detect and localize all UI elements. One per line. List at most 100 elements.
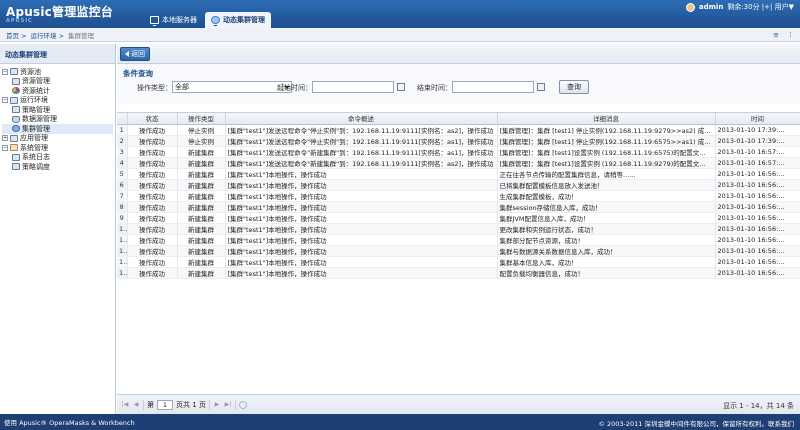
calendar-icon[interactable] (397, 83, 405, 91)
table-row[interactable]: 1 操作成功 停止实例 [集群"test1"]发送远程命令"停止实例"到：192.16… (117, 124, 800, 136)
tree-label: 资源池 (20, 67, 41, 76)
collapse-icon[interactable]: − (2, 68, 8, 75)
tree-label: 系统日志 (22, 153, 50, 162)
table-row[interactable]: 3 操作成功 新建集群 [集群"test1"]发送远程命令"新建集群"到：192.16… (117, 146, 800, 158)
table-row[interactable]: 2 操作成功 停止实例 [集群"test1"]发送远程命令"停止实例"到：192.16… (117, 135, 800, 147)
row-status: 操作成功 (127, 146, 178, 158)
tree-item-resource-manage[interactable]: 资源管理 (2, 77, 113, 87)
row-index: 8 (117, 201, 128, 213)
start-time-input[interactable] (312, 81, 394, 93)
search-button[interactable]: 查询 (559, 80, 589, 94)
row-detail: 集群基本信息入库，成功！ (497, 256, 716, 268)
row-type: 新建集群 (177, 223, 226, 235)
menu-icon[interactable]: ⋮ (787, 31, 794, 39)
row-index: 14 (117, 267, 128, 279)
tree-item-app[interactable]: + 应用管理 (2, 134, 113, 144)
main-toolbar: 返回 (117, 44, 800, 64)
row-type: 新建集群 (177, 212, 226, 224)
row-detail: [集群管理]：集群 [test1] 停止实例(192.168.11.19:927… (497, 124, 716, 136)
calendar-icon[interactable] (537, 83, 545, 91)
row-status: 操作成功 (127, 234, 178, 246)
row-status: 操作成功 (127, 212, 178, 224)
app-icon (10, 134, 18, 142)
breadcrumb-runtime[interactable]: 运行环境 > (31, 30, 65, 40)
table-row[interactable]: 4 操作成功 新建集群 [集群"test1"]发送远程命令"新建集群"到：192.16… (117, 157, 800, 169)
tree-item-system[interactable]: − 系统管理 (2, 143, 113, 153)
table-row[interactable]: 7 操作成功 新建集群 [集群"test1"]本地操作，操作成功 生成集群配置模板，成功… (117, 190, 800, 202)
username[interactable]: admin (699, 3, 723, 11)
table-row[interactable]: 5 操作成功 新建集群 [集群"test1"]本地操作，操作成功 正在往各节点传输的配置… (117, 168, 800, 180)
page-number-input[interactable]: 1 (157, 399, 173, 410)
row-time: 2013-01-10 16:56:... (715, 179, 800, 191)
table-row[interactable]: 6 操作成功 新建集群 [集群"test1"]本地操作，操作成功 已将集群配置模板信息放… (117, 179, 800, 191)
table-row[interactable]: 9 操作成功 新建集群 [集群"test1"]本地操作，操作成功 集群JVM配置信息入库… (117, 212, 800, 224)
tree-item-runtime[interactable]: − 运行环境 (2, 96, 113, 106)
breadcrumb-home[interactable]: 首页 > (6, 30, 27, 40)
col-header-command[interactable]: 命令概述 (225, 113, 498, 125)
first-page-icon[interactable]: |◀ (121, 401, 129, 409)
next-page-icon[interactable]: ▶ (213, 401, 221, 409)
prev-page-icon[interactable]: ◀ (132, 401, 140, 409)
tree-item-policy[interactable]: 策略管理 (2, 105, 113, 115)
row-status: 操作成功 (127, 223, 178, 235)
table-row[interactable]: 11 操作成功 新建集群 [集群"test1"]本地操作，操作成功 集群部分配节点资源，… (117, 234, 800, 246)
col-header-detail[interactable]: 详细消息 (497, 113, 716, 125)
table-row[interactable]: 10 操作成功 新建集群 [集群"test1"]本地操作，操作成功 更改集群和实例运行状… (117, 223, 800, 235)
tree-item-schedule[interactable]: 策略调度 (2, 162, 113, 172)
footer-copyright: © 2003-2011 深圳金蝶中间件有限公司，保留所有权利。联系我们 (598, 420, 794, 428)
table-row[interactable]: 13 操作成功 新建集群 [集群"test1"]本地操作，操作成功 集群基本信息入库，成… (117, 256, 800, 268)
globe-icon (211, 16, 220, 26)
tree-item-resource-pool[interactable]: − 资源池 (2, 67, 113, 77)
row-detail: 集群部分配节点资源，成功！ (497, 234, 716, 246)
end-time-input[interactable] (452, 81, 534, 93)
row-status: 操作成功 (127, 124, 178, 136)
collapse-icon[interactable]: − (2, 97, 8, 104)
tree-label: 策略调度 (22, 162, 50, 171)
tree-label: 运行环境 (20, 96, 48, 105)
row-detail: [集群管理]：集群 [test1]设置实例 (192.168.11.19:927… (497, 157, 716, 169)
table-row[interactable]: 12 操作成功 新建集群 [集群"test1"]本地操作，操作成功 集群与数据源关系数据… (117, 245, 800, 257)
row-type: 停止实例 (177, 135, 226, 147)
divider (143, 399, 144, 410)
end-time-label: 结束时间： (417, 84, 452, 92)
row-command: [集群"test1"]发送远程命令"新建集群"到：192.168.11.19:9… (225, 146, 498, 158)
tree-item-resource-stats[interactable]: 资源统计 (2, 86, 113, 96)
sidebar-title: 动态集群管理 (0, 44, 115, 64)
tree-label: 策略管理 (22, 105, 50, 114)
start-time-label: 起始时间： (277, 84, 312, 92)
expand-icon[interactable]: + (2, 135, 8, 142)
col-header-time[interactable]: 时间 (715, 113, 800, 125)
row-status: 操作成功 (127, 179, 178, 191)
tree-item-datasource[interactable]: 数据源管理 (2, 115, 113, 125)
row-time: 2013-01-10 16:56:... (715, 223, 800, 235)
tree-item-system-log[interactable]: 系统日志 (2, 153, 113, 163)
col-header-type[interactable]: 操作类型 (177, 113, 226, 125)
table-row[interactable]: 14 操作成功 新建集群 [集群"test1"]本地操作，操作成功 配置负载均衡器信息，… (117, 267, 800, 279)
query-panel: 条件查询 操作类型： 全部 起始时间： 结束时间： 查询 (117, 64, 800, 104)
row-type: 新建集群 (177, 234, 226, 246)
row-time: 2013-01-10 16:56:... (715, 245, 800, 257)
session-info[interactable]: 剩余:30分 |+| 用户▼ (727, 2, 794, 12)
resource-icon (12, 77, 20, 85)
refresh-icon[interactable] (238, 400, 247, 409)
row-index: 2 (117, 135, 128, 147)
tree-item-cluster[interactable]: 集群管理 (2, 124, 113, 134)
operation-type-select[interactable]: 全部 (172, 81, 292, 93)
table-header: 状态 操作类型 命令概述 详细消息 时间 (117, 113, 800, 125)
back-button[interactable]: 返回 (120, 47, 150, 61)
layout-icon[interactable]: ≡ (773, 31, 779, 39)
page-suffix: 页共 1 页 (176, 400, 206, 409)
table-row[interactable]: 8 操作成功 新建集群 [集群"test1"]本地操作，操作成功 集群session存储… (117, 201, 800, 213)
col-header-status[interactable]: 状态 (127, 113, 178, 125)
row-command: [集群"test1"]发送远程命令"停止实例"到：192.168.11.19:9… (225, 124, 498, 136)
tab-dynamic-cluster[interactable]: 动态集群管理 (205, 12, 271, 28)
last-page-icon[interactable]: ▶| (224, 401, 232, 409)
row-index: 12 (117, 245, 128, 257)
tab-local-server[interactable]: 本地服务器 (144, 12, 203, 28)
row-command: [集群"test1"]本地操作，操作成功 (225, 201, 498, 213)
row-detail: 更改集群和实例运行状态，成功！ (497, 223, 716, 235)
row-command: [集群"test1"]本地操作，操作成功 (225, 256, 498, 268)
row-type: 新建集群 (177, 190, 226, 202)
collapse-icon[interactable]: − (2, 144, 8, 151)
query-row: 操作类型： 全部 起始时间： 结束时间： 查询 (117, 80, 800, 96)
